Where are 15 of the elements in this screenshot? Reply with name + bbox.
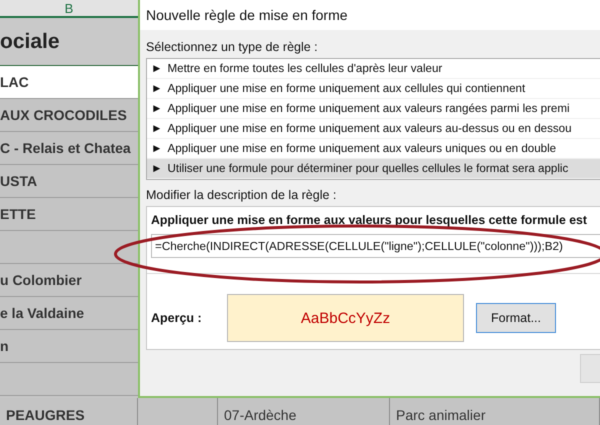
section-label: Modifier la description de la règle :: [146, 188, 338, 202]
table-cell: 07-Ardèche: [218, 398, 390, 425]
format-button[interactable]: Format...: [476, 303, 556, 333]
table-cell: PEAUGRES: [0, 398, 138, 425]
table-cell: LAC: [0, 66, 138, 99]
table-cell: Parc animalier: [390, 398, 600, 425]
dialog-button[interactable]: [580, 354, 600, 383]
formula-label: Appliquer une mise en forme aux valeurs pour lesquelles cette formule est: [151, 213, 588, 227]
preview-sample: AaBbCcYyZz: [227, 294, 464, 342]
preview-label: Aperçu :: [151, 311, 203, 325]
column-header[interactable]: B: [0, 0, 138, 18]
section-label: Sélectionnez un type de règle :: [146, 40, 319, 54]
dialog-title: Nouvelle règle de mise en forme: [140, 0, 600, 30]
formula-field[interactable]: =Cherche(INDIRECT(ADRESSE(CELLULE("ligne");CELLULE("colonne")));B2): [151, 234, 600, 258]
rule-type-item[interactable]: ► Utiliser une formule pour déterminer pour quelles cellules le format sera applic: [147, 159, 600, 179]
